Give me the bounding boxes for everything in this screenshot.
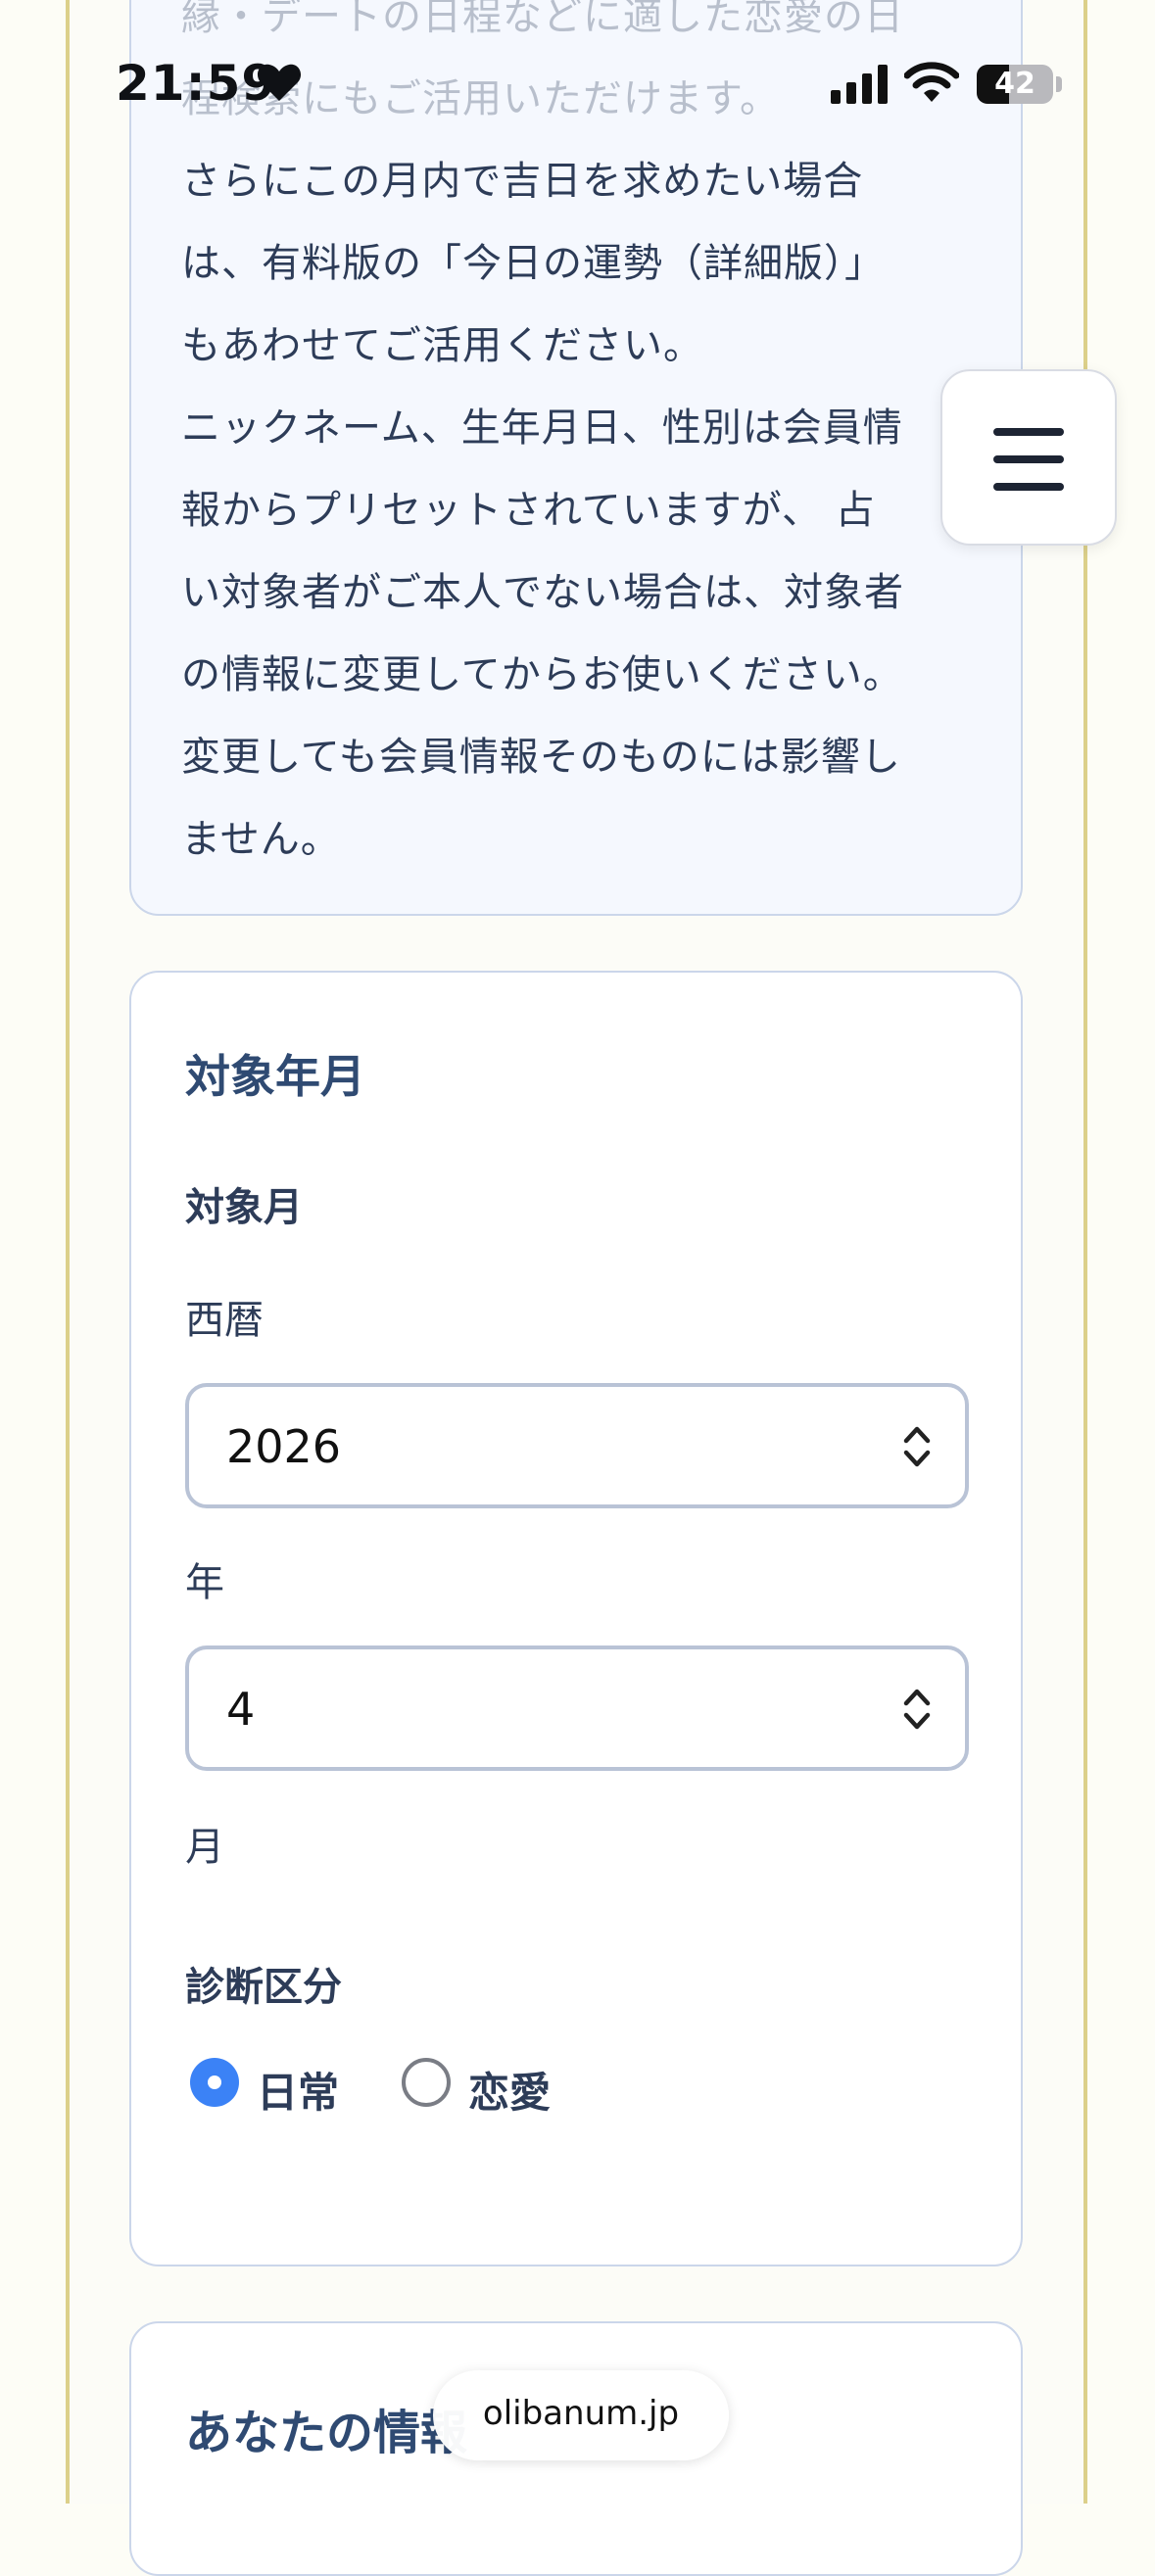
- battery-percent: 42: [994, 67, 1035, 101]
- cellular-signal-icon: [831, 63, 890, 104]
- info-line: さらにこの月内で吉日を求めたい場合: [181, 159, 864, 204]
- year-suffix-label: 年: [185, 1560, 224, 1605]
- info-line: 報からプリセットされていますが、 占: [181, 488, 876, 533]
- your-info-title: あなたの情報: [185, 2406, 468, 2460]
- info-line: ません。: [181, 817, 341, 862]
- month-select[interactable]: 4: [185, 1646, 969, 1771]
- status-time: 21:59: [116, 55, 277, 112]
- info-line: 縁・デートの日程などに適した恋愛の日: [181, 0, 904, 39]
- battery-tip: [1056, 76, 1062, 92]
- info-line: ニックネーム、生年月日、性別は会員情: [181, 405, 903, 451]
- battery-icon: 42: [977, 65, 1053, 104]
- radio-daily[interactable]: [190, 2058, 239, 2107]
- up-down-chevron-icon: [903, 1426, 931, 1467]
- section-title: 対象年月: [185, 1050, 365, 1103]
- up-down-chevron-icon: [903, 1689, 931, 1730]
- radio-love[interactable]: [402, 2058, 451, 2107]
- category-title: 診断区分: [185, 1965, 342, 2010]
- year-select[interactable]: 2026: [185, 1383, 969, 1508]
- info-line: の情報に変更してからお使いください。: [181, 652, 903, 697]
- info-line: は、有料版の「今日の運勢（詳細版）」: [181, 241, 885, 286]
- menu-button[interactable]: [940, 369, 1117, 546]
- radio-daily-label[interactable]: 日常: [257, 2060, 339, 2120]
- heart-icon: [257, 64, 302, 101]
- month-select-value: 4: [226, 1683, 256, 1736]
- radio-love-label[interactable]: 恋愛: [468, 2060, 551, 2120]
- info-line: 変更しても会員情報そのものには影響し: [181, 735, 901, 780]
- year-select-value: 2026: [226, 1420, 342, 1473]
- subsection-title: 対象月: [185, 1185, 303, 1230]
- year-prefix-label: 西暦: [185, 1298, 264, 1343]
- info-line: もあわせてご活用ください。: [181, 323, 703, 368]
- browser-url-pill[interactable]: olibanum.jp: [433, 2370, 729, 2460]
- wifi-icon: [904, 62, 959, 102]
- month-suffix-label: 月: [185, 1825, 224, 1870]
- info-line: い対象者がご本人でない場合は、対象者: [181, 570, 904, 615]
- browser-url: olibanum.jp: [482, 2394, 680, 2433]
